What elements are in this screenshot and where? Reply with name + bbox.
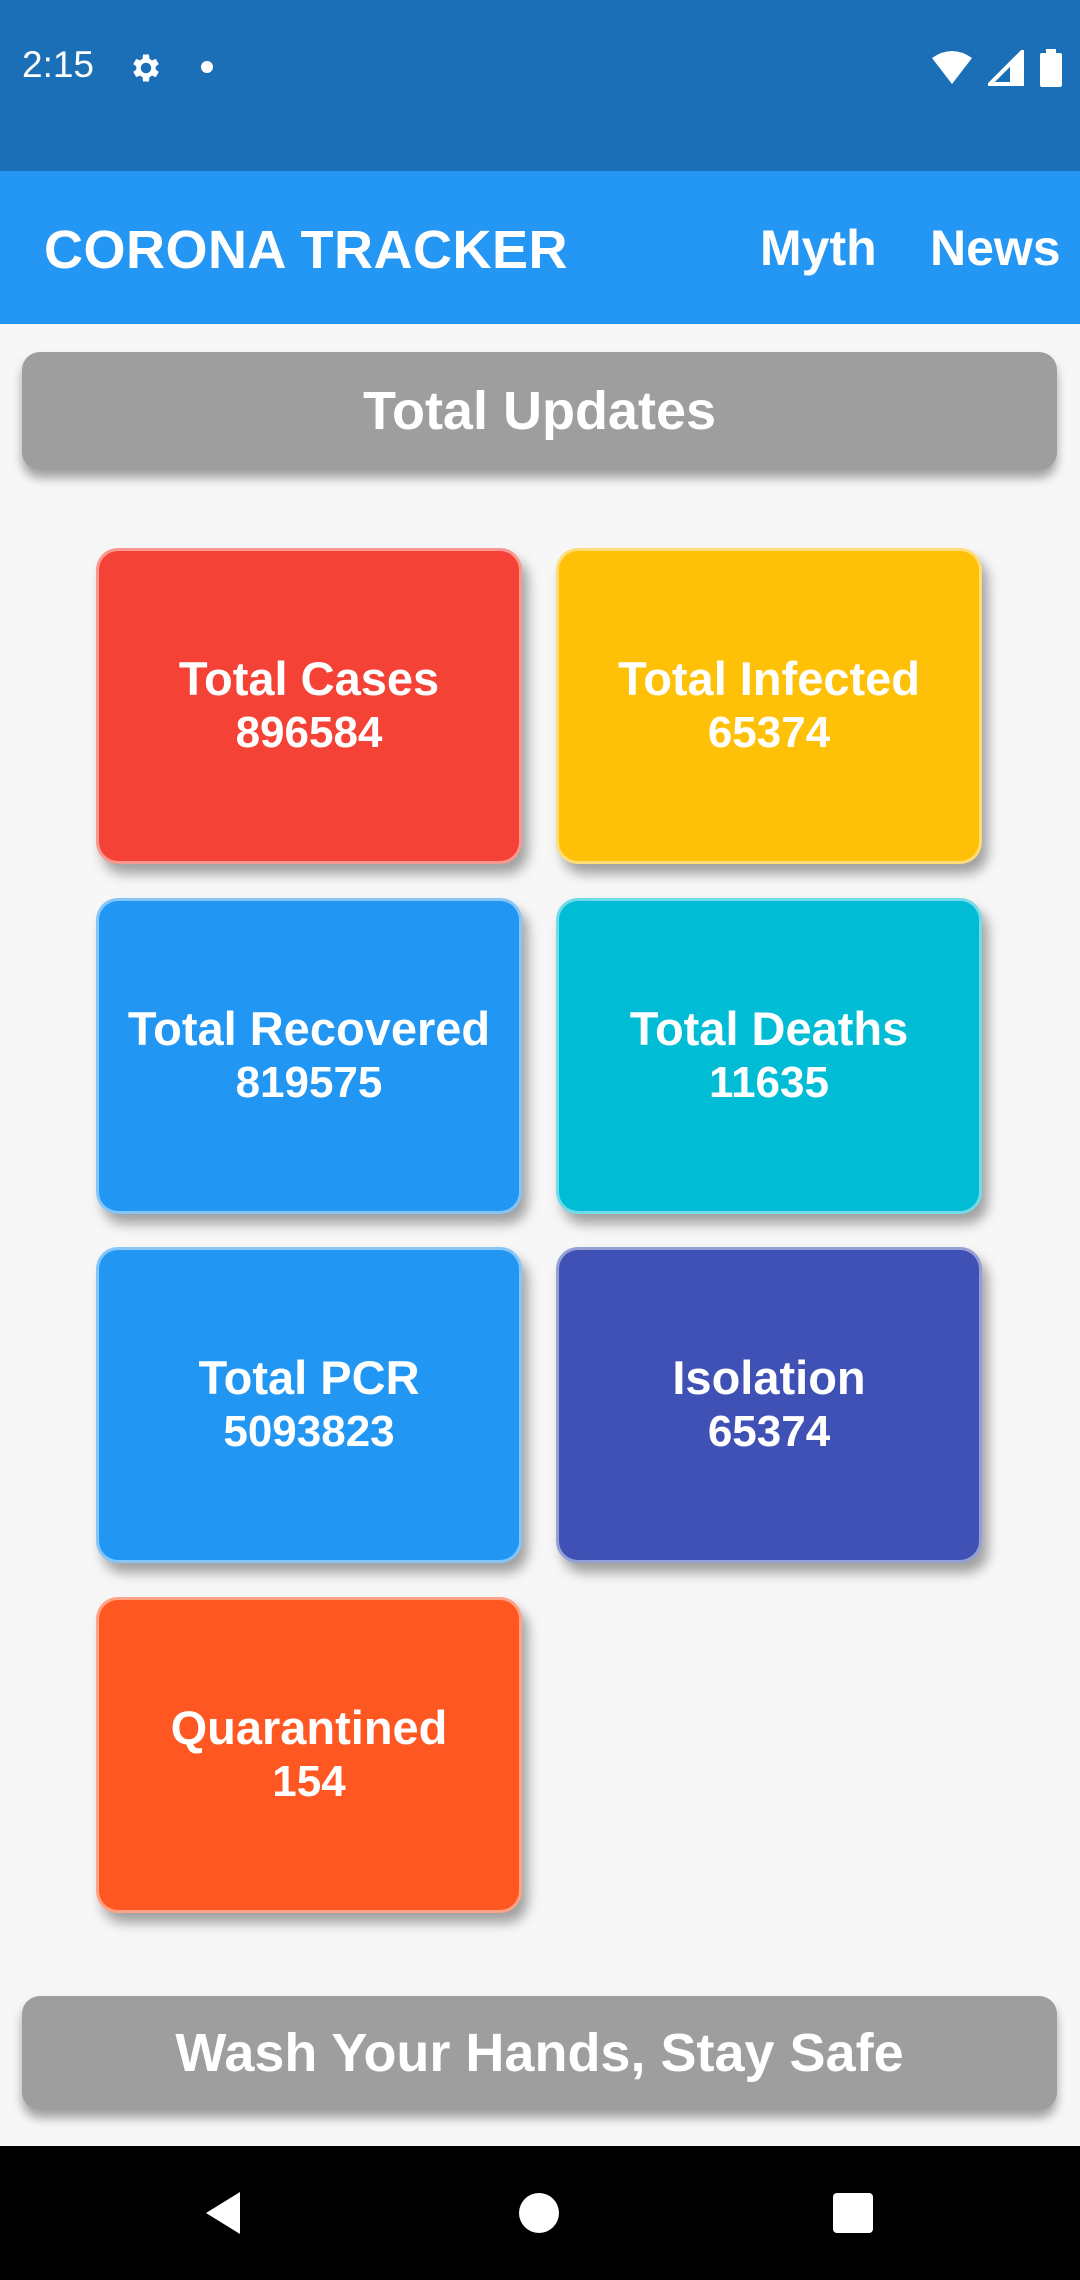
safety-message-banner[interactable]: Wash Your Hands, Stay Safe — [22, 1996, 1057, 2110]
status-bar: 2:15 — [0, 0, 1080, 171]
card-value: 65374 — [707, 708, 831, 757]
card-label: Total Cases — [178, 652, 440, 705]
card-label: Isolation — [672, 1351, 866, 1404]
card-value: 154 — [272, 1757, 346, 1806]
back-icon[interactable] — [198, 2186, 252, 2240]
navigation-bar — [0, 2146, 1080, 2280]
gear-icon — [133, 54, 159, 82]
home-icon[interactable] — [512, 2186, 566, 2240]
app-title: CORONA TRACKER — [44, 220, 568, 280]
card-label: Quarantined — [170, 1701, 448, 1754]
total-deaths-card[interactable]: Total Deaths 11635 — [556, 898, 982, 1214]
status-icons — [932, 48, 1062, 88]
app-bar: CORONA TRACKER Myth News — [0, 171, 1080, 324]
notification-dot-icon — [201, 61, 213, 73]
card-value: 5093823 — [223, 1407, 395, 1456]
card-label: Total Infected — [617, 652, 921, 705]
total-cases-card[interactable]: Total Cases 896584 — [96, 548, 522, 864]
isolation-card[interactable]: Isolation 65374 — [556, 1247, 982, 1563]
quarantined-card[interactable]: Quarantined 154 — [96, 1597, 522, 1913]
total-recovered-card[interactable]: Total Recovered 819575 — [96, 898, 522, 1214]
signal-icon — [988, 50, 1024, 86]
myth-button[interactable]: Myth — [760, 219, 877, 277]
total-infected-card[interactable]: Total Infected 65374 — [556, 548, 982, 864]
status-time: 2:15 — [22, 44, 95, 85]
total-updates-banner[interactable]: Total Updates — [22, 352, 1057, 470]
card-value: 819575 — [235, 1058, 383, 1107]
card-label: Total Recovered — [127, 1002, 491, 1055]
wifi-icon — [932, 51, 972, 84]
battery-icon — [1040, 49, 1062, 87]
recents-icon[interactable] — [826, 2186, 880, 2240]
card-value: 65374 — [707, 1407, 831, 1456]
card-label: Total PCR — [198, 1351, 420, 1404]
card-value: 896584 — [235, 708, 383, 757]
card-value: 11635 — [709, 1058, 829, 1107]
news-button[interactable]: News — [930, 219, 1061, 277]
total-pcr-card[interactable]: Total PCR 5093823 — [96, 1247, 522, 1563]
card-label: Total Deaths — [629, 1002, 909, 1055]
